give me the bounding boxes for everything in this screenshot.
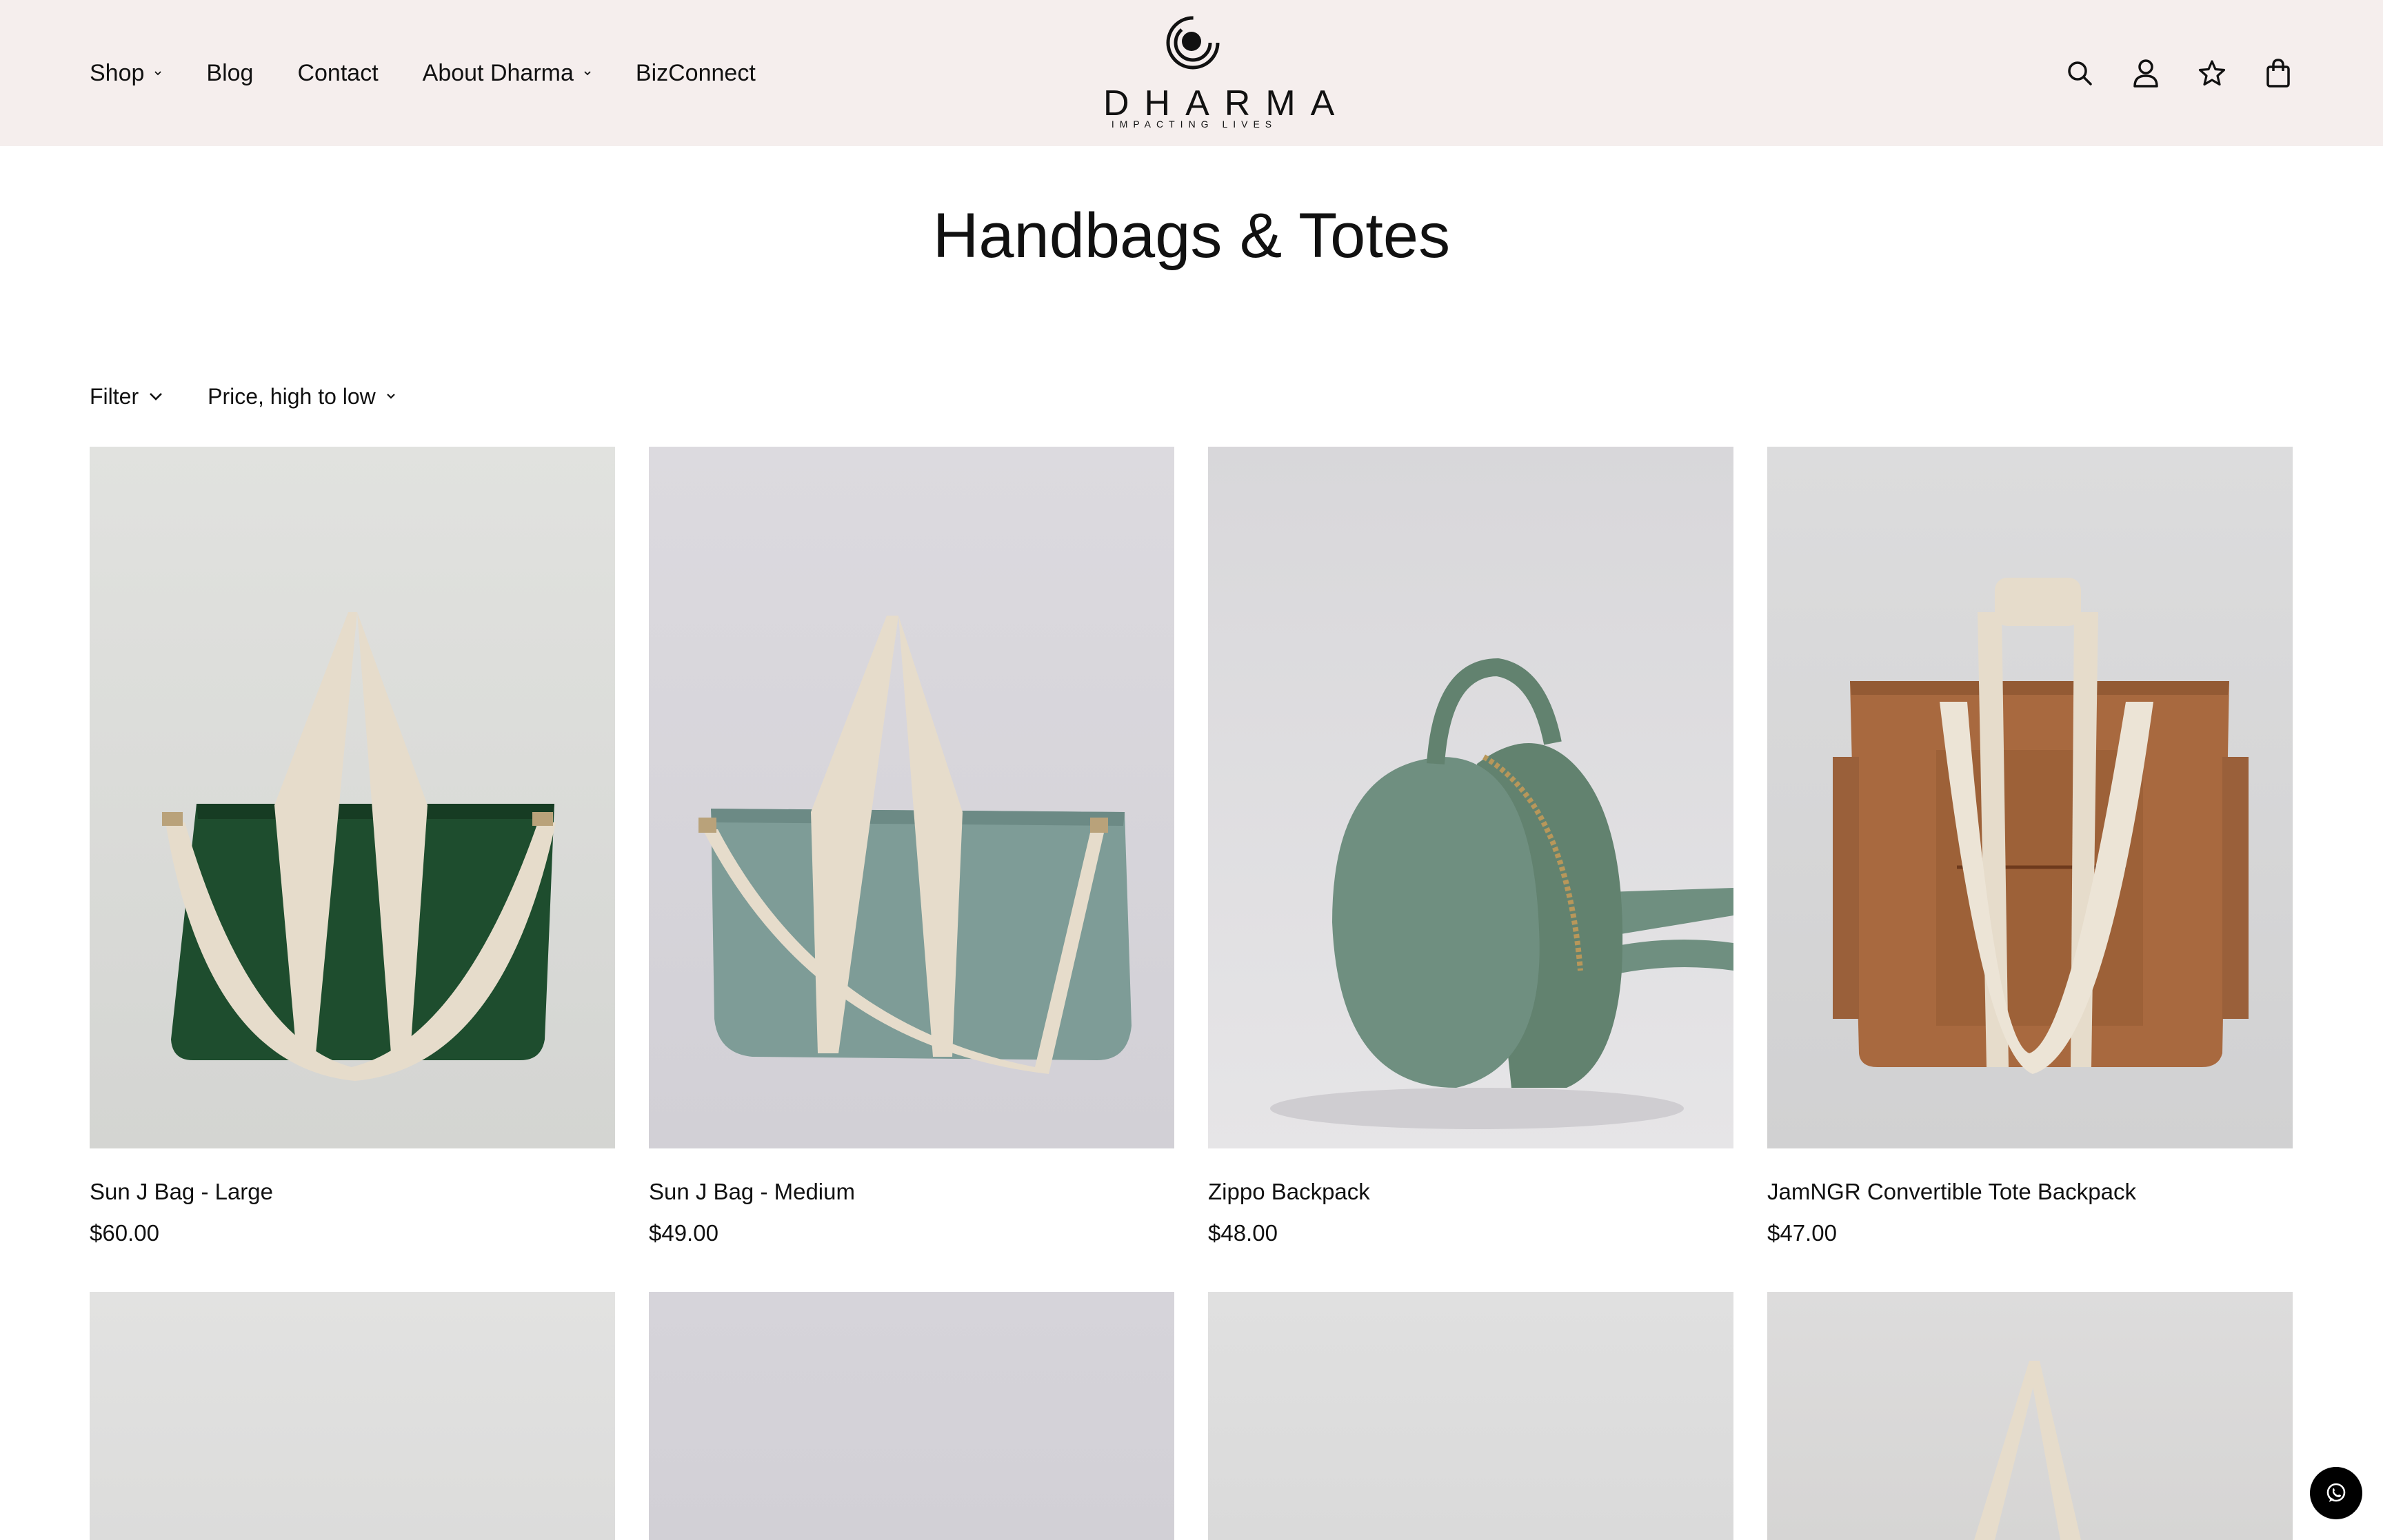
filter-label: Filter [90, 383, 139, 409]
product-name[interactable]: Zippo Backpack [1208, 1179, 1733, 1205]
product-image[interactable] [649, 1292, 1174, 1540]
collection-toolbar: Filter Price, high to low [90, 378, 441, 415]
product-image[interactable] [1767, 447, 2293, 1148]
chevron-down-icon [154, 69, 162, 77]
site-header: Shop Blog Contact About Dharma BizConnec… [0, 0, 2383, 146]
search-icon[interactable] [2064, 58, 2095, 88]
product-image[interactable] [1208, 447, 1733, 1148]
cart-bag-icon[interactable] [2263, 58, 2293, 88]
nav-item-label: BizConnect [635, 59, 756, 86]
product-image[interactable] [1208, 1292, 1733, 1540]
product-name[interactable]: Sun J Bag - Medium [649, 1179, 1174, 1205]
nav-item-label: About Dharma [422, 59, 574, 86]
product-price: $47.00 [1767, 1220, 1837, 1246]
product-name[interactable]: JamNGR Convertible Tote Backpack [1767, 1179, 2293, 1205]
chevron-down-icon [150, 393, 163, 401]
account-icon[interactable] [2131, 58, 2161, 88]
page-title: Handbags & Totes [932, 201, 1451, 271]
sort-label: Price, high to low [208, 383, 376, 409]
nav-item-label: Shop [90, 59, 145, 86]
nav-item-blog[interactable]: Blog [206, 60, 253, 87]
product-card[interactable]: JamNGR Convertible Tote Backpack $47.00 [1767, 447, 2293, 1246]
whatsapp-icon [2326, 1483, 2346, 1502]
nav-item-bizconnect[interactable]: BizConnect [636, 60, 756, 87]
logo-wordmark: DHARMA [1103, 83, 1350, 123]
product-card[interactable]: Sun J Bag - Large $60.00 [90, 447, 615, 1246]
chevron-down-icon [387, 394, 395, 399]
product-image[interactable] [90, 447, 615, 1148]
product-card[interactable]: Zippo Backpack $48.00 [1208, 447, 1733, 1246]
product-price: $48.00 [1208, 1220, 1278, 1246]
whatsapp-chat-button[interactable] [2310, 1467, 2362, 1519]
logo-tagline: IMPACTING LIVES [1111, 119, 1278, 130]
nav-item-shop[interactable]: Shop [90, 60, 162, 87]
nav-item-label: Blog [206, 59, 254, 86]
product-image[interactable] [1767, 1292, 2293, 1540]
product-price: $49.00 [649, 1220, 718, 1246]
product-price: $60.00 [90, 1220, 159, 1246]
filter-button[interactable]: Filter [90, 384, 163, 409]
site-logo[interactable]: DHARMA IMPACTING LIVES [1088, 15, 1350, 132]
sort-select[interactable]: Price, high to low [208, 384, 396, 409]
chevron-down-icon [583, 69, 592, 77]
product-image[interactable] [649, 447, 1174, 1148]
nav-item-label: Contact [297, 59, 379, 86]
header-icons [2064, 0, 2293, 146]
wishlist-star-icon[interactable] [2197, 58, 2227, 88]
product-name[interactable]: Sun J Bag - Large [90, 1179, 615, 1205]
product-image[interactable] [90, 1292, 615, 1540]
nav-item-about[interactable]: About Dharma [423, 60, 592, 87]
main-nav: Shop Blog Contact About Dharma BizConnec… [90, 0, 800, 146]
product-card[interactable]: Sun J Bag - Medium $49.00 [649, 447, 1174, 1246]
nav-item-contact[interactable]: Contact [297, 60, 378, 87]
logo-mark-icon [1166, 16, 1220, 70]
